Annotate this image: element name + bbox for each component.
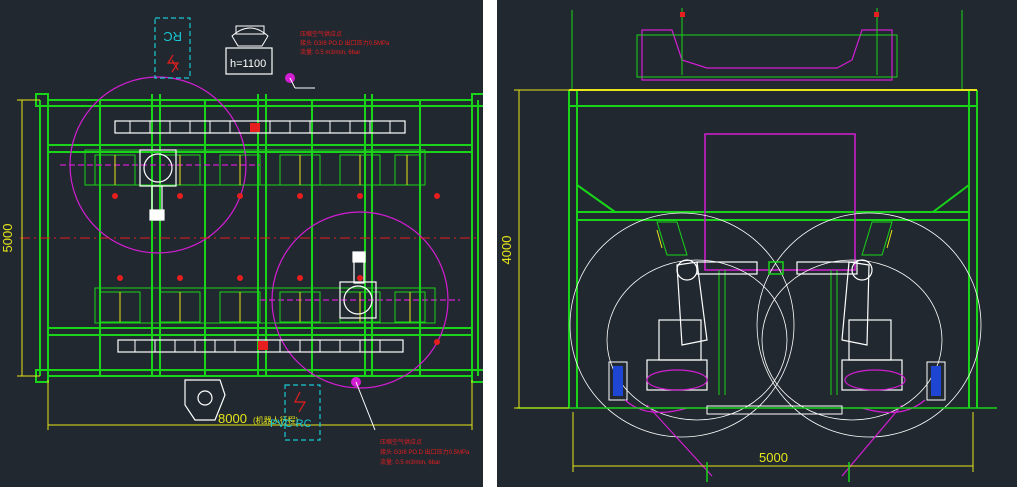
air-supply-point-bottom	[351, 377, 376, 431]
air-note-bottom-line2: 接头 G3/8 PO.D 出口压力0.5MPa	[380, 448, 470, 456]
robot-bottom	[339, 251, 377, 319]
control-cabinets	[608, 361, 946, 401]
fixture-row-top	[84, 149, 426, 186]
air-note-bottom-line3: 流量: 0.5 m3/min, 6bar	[380, 458, 440, 466]
air-note-bottom-line1: 压缩空气供应点	[380, 438, 422, 446]
air-note-top-line1: 压缩空气供应点	[300, 30, 342, 38]
fixture-detail-top	[114, 155, 408, 185]
air-note-top-line3: 流量: 0.5 m3/min, 6bar	[300, 48, 360, 56]
elevation-height-text: 4000	[499, 236, 514, 265]
top-view-drawing: 5000 8000 (机器人行程) RC h=1100 压缩空气供应点 接头 G…	[0, 17, 483, 466]
height-dimension-text: 5000	[0, 224, 15, 253]
left-cad-viewport: 5000 8000 (机器人行程) RC h=1100 压缩空气供应点 接头 G…	[0, 0, 483, 487]
robot-reach-envelopes	[569, 212, 982, 438]
footing-markers	[706, 462, 850, 482]
elevation-height-dimension	[514, 89, 569, 409]
rc-label-bottom: PVC RC	[270, 418, 312, 430]
rc-label-top: RC	[163, 29, 182, 44]
top-fixture-outline	[641, 29, 893, 81]
gripper-highlights	[656, 229, 893, 249]
elevation-width-text: 5000	[759, 450, 788, 465]
workpiece-envelope	[704, 133, 856, 271]
top-fixture-markers	[680, 12, 879, 17]
gantry-frame	[568, 89, 978, 408]
viewport-separator	[483, 0, 497, 487]
top-rail	[114, 120, 406, 134]
top-fixture-frame	[571, 8, 963, 90]
air-supply-point-top	[285, 73, 315, 89]
rc-cabinet-bottom	[284, 384, 321, 441]
height-label: h=1100	[230, 58, 266, 70]
elevation-view-drawing: 4000 5000	[499, 8, 997, 482]
inner-frame-lines	[718, 270, 838, 395]
air-note-top-line2: 接头 G3/8 PO.D 出口压力0.5MPa	[300, 39, 390, 47]
upper-grippers	[656, 221, 893, 256]
floor-plate	[706, 405, 843, 415]
width-dimension-text: 8000	[218, 411, 247, 426]
right-cad-viewport: 4000 5000	[497, 0, 1017, 487]
rc-cabinet-top	[154, 17, 191, 79]
